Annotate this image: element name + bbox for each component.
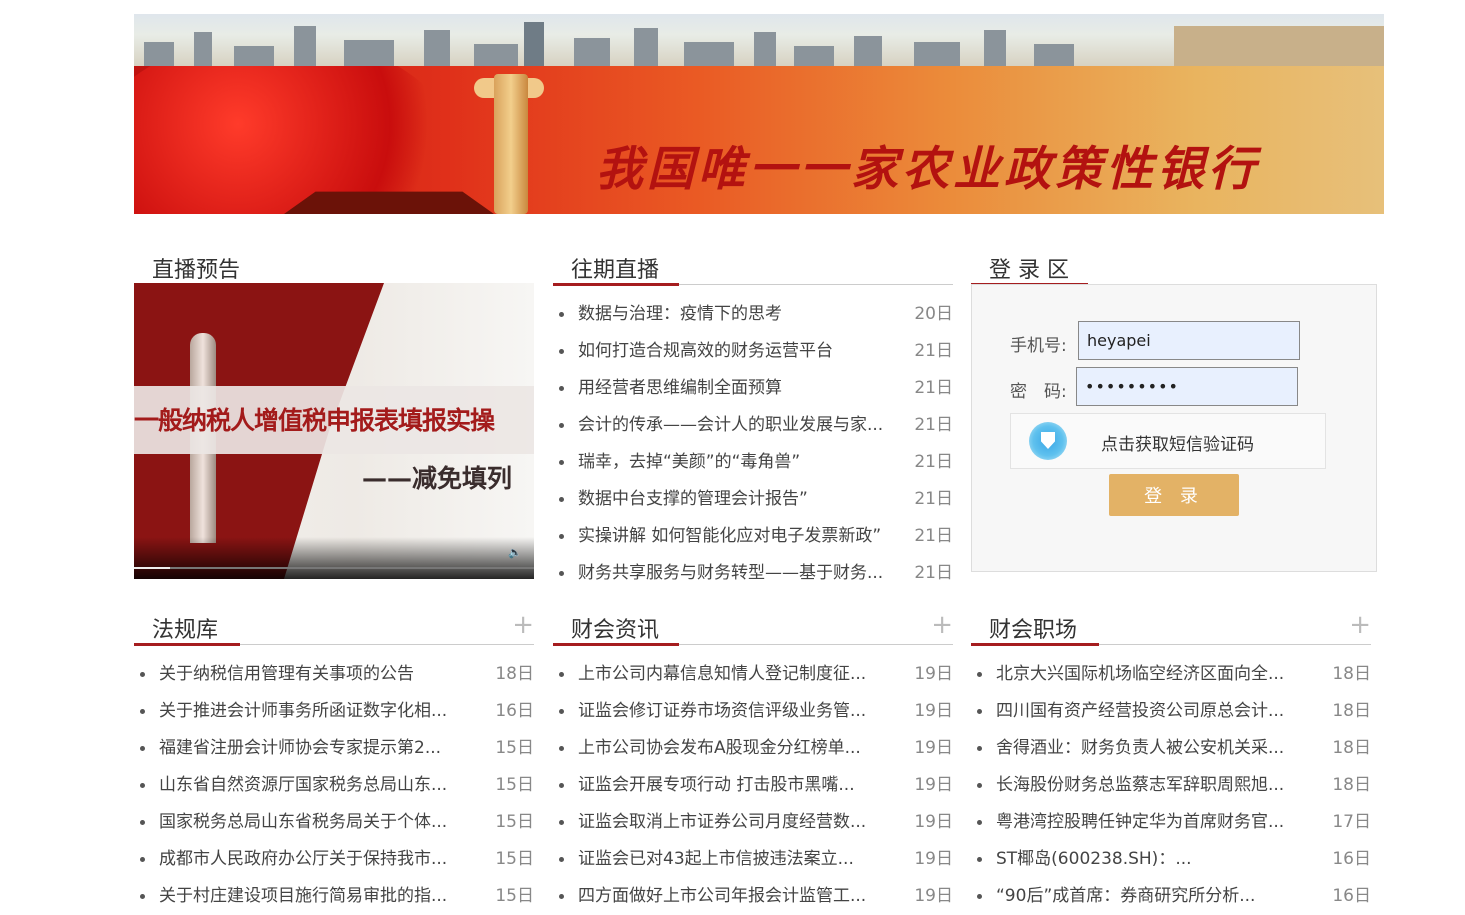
list-item[interactable]: 四川国有资产经营投资公司原总会计... 18日 [971, 693, 1371, 730]
news-list: 上市公司内幕信息知情人登记制度征... 19日 证监会修订证券市场资信评级业务管.… [553, 656, 953, 915]
list-item[interactable]: 上市公司协会发布A股现金分红榜单... 19日 [553, 730, 953, 767]
list-item[interactable]: 福建省注册会计师协会专家提示第2... 15日 [134, 730, 534, 767]
list-item[interactable]: 四方面做好上市公司年报会计监管工... 19日 [553, 878, 953, 915]
banner-skyline [134, 14, 1384, 66]
video-controls [134, 537, 534, 579]
login-title: 登 录 区 [989, 258, 1069, 283]
banner-slogan: 我国唯一一家农业政策性银行 [596, 142, 1259, 197]
list-item[interactable]: 实操讲解 如何智能化应对电子发票新政” 21日 [553, 518, 953, 555]
phone-label: 手机号: [1010, 336, 1067, 356]
list-item[interactable]: 如何打造合规高效的财务运营平台 21日 [553, 333, 953, 370]
huabiao-pillar-graphic [494, 74, 528, 214]
list-item[interactable]: 财务共享服务与财务转型——基于财务... 21日 [553, 555, 953, 592]
list-item[interactable]: 证监会取消上市证券公司月度经营数... 19日 [553, 804, 953, 841]
news-title: 财会资讯 [571, 618, 660, 643]
video-subtitle: ——减免填列 [362, 464, 513, 493]
jobs-title: 财会职场 [989, 618, 1078, 643]
password-input[interactable]: ••••••••• [1076, 367, 1298, 406]
phone-input[interactable]: heyapei [1078, 321, 1300, 360]
list-item[interactable]: 长海股份财务总监蔡志军辞职周熙旭... 18日 [971, 767, 1371, 804]
list-item[interactable]: 关于村庄建设项目施行简易审批的指... 15日 [134, 878, 534, 915]
shield-icon [1029, 422, 1067, 460]
volume-icon[interactable]: 🔈 [508, 546, 522, 559]
past-live-list: 数据与治理：疫情下的思考 20日 如何打造合规高效的财务运营平台 21日 用经营者思… [553, 296, 953, 592]
live-video-player[interactable]: 一般纳税人增值税申报表填报实操 ——减免填列 🔈 [134, 283, 534, 579]
list-item[interactable]: “90后”成首席：券商研究所分析... 16日 [971, 878, 1371, 915]
banner-hero: 我国唯一一家农业政策性银行 [134, 66, 1384, 214]
list-item[interactable]: 粤港湾控股聘任钟定华为首席财务官... 17日 [971, 804, 1371, 841]
list-item[interactable]: 关于纳税信用管理有关事项的公告 18日 [134, 656, 534, 693]
list-item[interactable]: 用经营者思维编制全面预算 21日 [553, 370, 953, 407]
list-item[interactable]: 数据与治理：疫情下的思考 20日 [553, 296, 953, 333]
laws-title: 法规库 [152, 618, 219, 643]
live-preview-panel: 直播预告 一般纳税人增值税申报表填报实操 ——减免填列 🔈 [134, 240, 534, 580]
login-button[interactable]: 登 录 [1109, 474, 1239, 516]
captcha-text: 点击获取短信验证码 [1101, 435, 1254, 455]
laws-panel: 法规库 + 关于纳税信用管理有关事项的公告 18日 关于推进会计师事务所函证数字化… [134, 600, 534, 915]
list-item[interactable]: 舍得酒业：财务负责人被公安机关采... 18日 [971, 730, 1371, 767]
list-item[interactable]: 上市公司内幕信息知情人登记制度征... 19日 [553, 656, 953, 693]
list-item[interactable]: 证监会修订证券市场资信评级业务管... 19日 [553, 693, 953, 730]
password-label: 密 码: [1010, 382, 1067, 402]
list-item[interactable]: 会计的传承——会计人的职业发展与家... 21日 [553, 407, 953, 444]
more-plus-icon[interactable]: + [1349, 612, 1371, 638]
more-plus-icon[interactable]: + [512, 612, 534, 638]
more-plus-icon[interactable]: + [931, 612, 953, 638]
video-progress-bar[interactable] [134, 567, 534, 569]
news-panel: 财会资讯 + 上市公司内幕信息知情人登记制度征... 19日 证监会修订证券市场资… [553, 600, 953, 915]
past-live-title: 往期直播 [571, 258, 660, 283]
list-item[interactable]: 关于推进会计师事务所函证数字化相... 16日 [134, 693, 534, 730]
list-item[interactable]: 证监会已对43起上市信披违法案立... 19日 [553, 841, 953, 878]
list-item[interactable]: 国家税务总局山东省税务局关于个体... 15日 [134, 804, 534, 841]
list-item[interactable]: 山东省自然资源厅国家税务总局山东... 15日 [134, 767, 534, 804]
login-panel: 登 录 区 [971, 240, 1375, 286]
list-item[interactable]: 数据中台支撑的管理会计报告” 21日 [553, 481, 953, 518]
list-item[interactable]: 证监会开展专项行动 打击股市黑嘴... 19日 [553, 767, 953, 804]
video-title: 一般纳税人增值税申报表填报实操 [134, 406, 495, 435]
list-item[interactable]: 北京大兴国际机场临空经济区面向全... 18日 [971, 656, 1371, 693]
laws-list: 关于纳税信用管理有关事项的公告 18日 关于推进会计师事务所函证数字化相... 16… [134, 656, 534, 915]
list-item[interactable]: 成都市人民政府办公厅关于保持我市... 15日 [134, 841, 534, 878]
past-live-panel: 往期直播 数据与治理：疫情下的思考 20日 如何打造合规高效的财务运营平台 21日 … [553, 240, 953, 592]
jobs-list: 北京大兴国际机场临空经济区面向全... 18日 四川国有资产经营投资公司原总会计.… [971, 656, 1371, 915]
jobs-panel: 财会职场 + 北京大兴国际机场临空经济区面向全... 18日 四川国有资产经营投资… [971, 600, 1371, 915]
login-form: 手机号: heyapei 密 码: ••••••••• 点击获取短信验证码 登 … [971, 284, 1377, 572]
live-preview-title: 直播预告 [152, 258, 241, 283]
list-item[interactable]: ST椰岛(600238.SH)：... 16日 [971, 841, 1371, 878]
list-item[interactable]: 瑞幸，去掉“美颜”的“毒角兽” 21日 [553, 444, 953, 481]
sms-captcha-button[interactable]: 点击获取短信验证码 [1010, 413, 1326, 469]
